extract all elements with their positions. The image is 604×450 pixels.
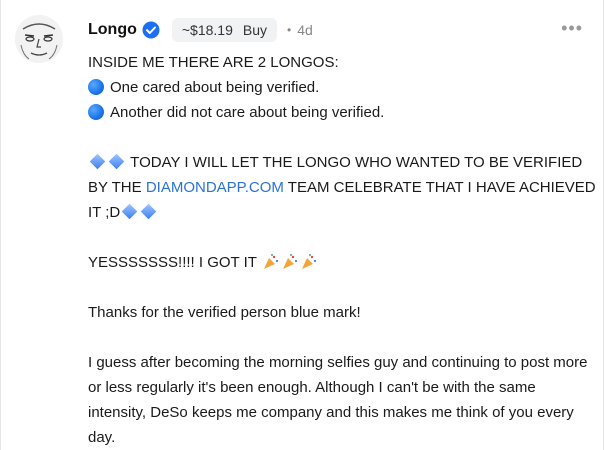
post-line: Thanks for the verified person blue mark… <box>88 304 361 321</box>
post-card: Longo ~$18.19 Buy • 4d ••• INSIDE ME THE… <box>0 0 604 450</box>
diamondapp-link[interactable]: DIAMONDAPP.COM <box>146 179 284 196</box>
post-line: Another did not care about being verifie… <box>88 100 588 125</box>
blue-circle-icon <box>88 104 104 120</box>
separator-dot: • <box>287 23 292 37</box>
post-line: IT ;D <box>88 200 588 225</box>
username[interactable]: Longo <box>88 21 137 39</box>
post-line: BY THE DIAMONDAPP.COM TEAM CELEBRATE THA… <box>88 179 596 196</box>
post-body: INSIDE ME THERE ARE 2 LONGOS: One cared … <box>88 50 596 450</box>
post-line: INSIDE ME THERE ARE 2 LONGOS: <box>88 54 339 71</box>
avatar-sketch-image <box>15 15 63 63</box>
blue-circle-icon <box>88 79 104 95</box>
post-line: TODAY I WILL LET THE LONGO WHO WANTED TO… <box>88 150 588 175</box>
post-line: YESSSSSSS!!!! I GOT IT <box>88 250 588 275</box>
buy-coin-button[interactable]: ~$18.19 Buy <box>171 18 277 42</box>
diamond-icon <box>140 203 157 220</box>
diamond-icon <box>108 153 125 170</box>
diamond-icon <box>121 203 138 220</box>
coin-price: ~$18.19 <box>181 22 233 38</box>
verified-badge-icon <box>142 21 160 39</box>
avatar[interactable] <box>15 15 63 63</box>
post-paragraph: I guess after becoming the morning selfi… <box>88 354 588 446</box>
post-line: One cared about being verified. <box>88 75 588 100</box>
party-popper-icon <box>301 254 316 269</box>
post-header: Longo ~$18.19 Buy • 4d ••• <box>88 17 583 43</box>
buy-label: Buy <box>242 22 267 38</box>
party-popper-icon <box>263 254 278 269</box>
timestamp: 4d <box>297 22 313 38</box>
diamond-icon <box>89 153 106 170</box>
party-popper-icon <box>282 254 297 269</box>
more-horizontal-icon[interactable]: ••• <box>561 19 583 37</box>
